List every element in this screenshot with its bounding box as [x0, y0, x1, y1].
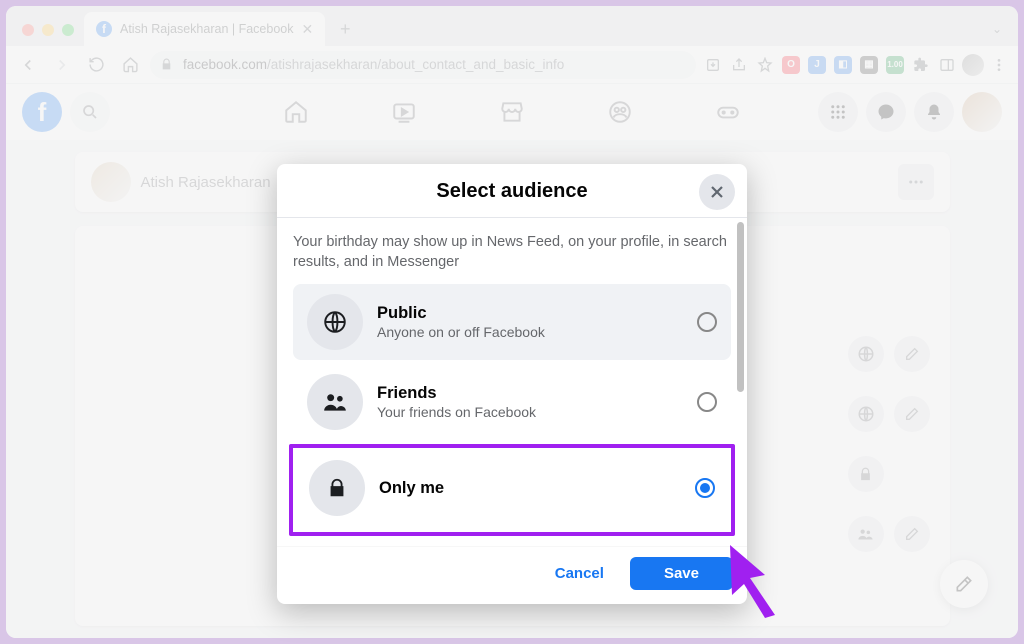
audience-lock-icon[interactable] — [848, 456, 884, 492]
extensions-puzzle-icon[interactable] — [910, 54, 932, 76]
globe-icon — [307, 294, 363, 350]
audience-globe-icon[interactable] — [848, 396, 884, 432]
extension-dark-icon[interactable]: ▦ — [858, 54, 880, 76]
facebook-favicon-icon: f — [96, 21, 112, 37]
option-title: Public — [377, 304, 683, 323]
edit-pencil-icon[interactable] — [894, 396, 930, 432]
tab-title: Atish Rajasekharan | Facebook — [120, 22, 293, 36]
profile-more-button[interactable] — [898, 164, 934, 200]
profile-name: Atish Rajasekharan — [141, 174, 271, 191]
option-subtitle: Your friends on Facebook — [377, 404, 683, 420]
sidepanel-icon[interactable] — [936, 54, 958, 76]
cancel-button[interactable]: Cancel — [537, 557, 622, 590]
edit-pencil-icon[interactable] — [894, 516, 930, 552]
share-icon[interactable] — [728, 54, 750, 76]
radio-unchecked-icon[interactable] — [697, 392, 717, 412]
save-button[interactable]: Save — [630, 557, 733, 590]
window-minimize-icon[interactable] — [42, 24, 54, 36]
modal-title: Select audience — [327, 180, 697, 203]
modal-close-button[interactable] — [699, 174, 735, 210]
lock-icon — [160, 58, 173, 71]
browser-profile-avatar[interactable] — [962, 54, 984, 76]
audience-globe-icon[interactable] — [848, 336, 884, 372]
window-close-icon[interactable] — [22, 24, 34, 36]
modal-description: Your birthday may show up in News Feed, … — [293, 232, 731, 272]
select-audience-modal: Select audience Your birthday may show u… — [277, 164, 747, 604]
fb-search-button[interactable] — [70, 92, 110, 132]
nav-home-icon[interactable] — [246, 88, 346, 136]
toolbar-icons: O J ◧ ▦ 1.00 — [702, 54, 1010, 76]
home-button[interactable] — [116, 51, 144, 79]
messenger-button[interactable] — [866, 92, 906, 132]
tabs-overflow-icon[interactable]: ⌄ — [992, 22, 1002, 36]
friends-icon — [307, 374, 363, 430]
forward-button[interactable] — [48, 51, 76, 79]
option-title: Friends — [377, 384, 683, 403]
refresh-button[interactable] — [82, 51, 110, 79]
window-maximize-icon[interactable] — [62, 24, 74, 36]
browser-toolbar: facebook.com/atishrajasekharan/about_con… — [6, 46, 1018, 84]
browser-menu-icon[interactable] — [988, 54, 1010, 76]
option-title: Only me — [379, 479, 681, 498]
audience-friends-icon[interactable] — [848, 516, 884, 552]
facebook-logo-icon[interactable]: f — [22, 92, 62, 132]
info-edit-stack — [848, 336, 930, 552]
window-controls — [18, 24, 84, 46]
option-subtitle: Anyone on or off Facebook — [377, 324, 683, 340]
audience-option-only-me[interactable]: Only me — [295, 450, 729, 526]
nav-groups-icon[interactable] — [570, 88, 670, 136]
compose-button[interactable] — [940, 560, 988, 608]
browser-tab-bar: f Atish Rajasekharan | Facebook ✕ + ⌄ — [6, 6, 1018, 46]
facebook-header: f — [6, 84, 1018, 140]
audience-option-public[interactable]: Public Anyone on or off Facebook — [293, 284, 731, 360]
tab-close-icon[interactable]: ✕ — [301, 21, 313, 38]
modal-header: Select audience — [277, 164, 747, 218]
extension-opera-icon[interactable]: O — [780, 54, 802, 76]
account-avatar[interactable] — [962, 92, 1002, 132]
browser-tab[interactable]: f Atish Rajasekharan | Facebook ✕ — [84, 12, 325, 46]
url-text: facebook.com/atishrajasekharan/about_con… — [183, 57, 564, 72]
extension-blue2-icon[interactable]: ◧ — [832, 54, 854, 76]
install-app-icon[interactable] — [702, 54, 724, 76]
lock-icon — [309, 460, 365, 516]
profile-avatar[interactable] — [91, 162, 131, 202]
nav-marketplace-icon[interactable] — [462, 88, 562, 136]
radio-checked-icon[interactable] — [695, 478, 715, 498]
modal-scrollbar[interactable] — [737, 222, 744, 392]
audience-option-friends[interactable]: Friends Your friends on Facebook — [293, 364, 731, 440]
extension-blue1-icon[interactable]: J — [806, 54, 828, 76]
address-bar[interactable]: facebook.com/atishrajasekharan/about_con… — [150, 51, 696, 79]
menu-grid-button[interactable] — [818, 92, 858, 132]
nav-watch-icon[interactable] — [354, 88, 454, 136]
new-tab-button[interactable]: + — [331, 15, 359, 43]
extension-green-icon[interactable]: 1.00 — [884, 54, 906, 76]
nav-gaming-icon[interactable] — [678, 88, 778, 136]
highlighted-option-frame: Only me — [289, 444, 735, 536]
bookmark-icon[interactable] — [754, 54, 776, 76]
modal-footer: Cancel Save — [277, 546, 747, 604]
edit-pencil-icon[interactable] — [894, 336, 930, 372]
notifications-button[interactable] — [914, 92, 954, 132]
radio-unchecked-icon[interactable] — [697, 312, 717, 332]
back-button[interactable] — [14, 51, 42, 79]
fb-main-nav — [246, 88, 778, 136]
